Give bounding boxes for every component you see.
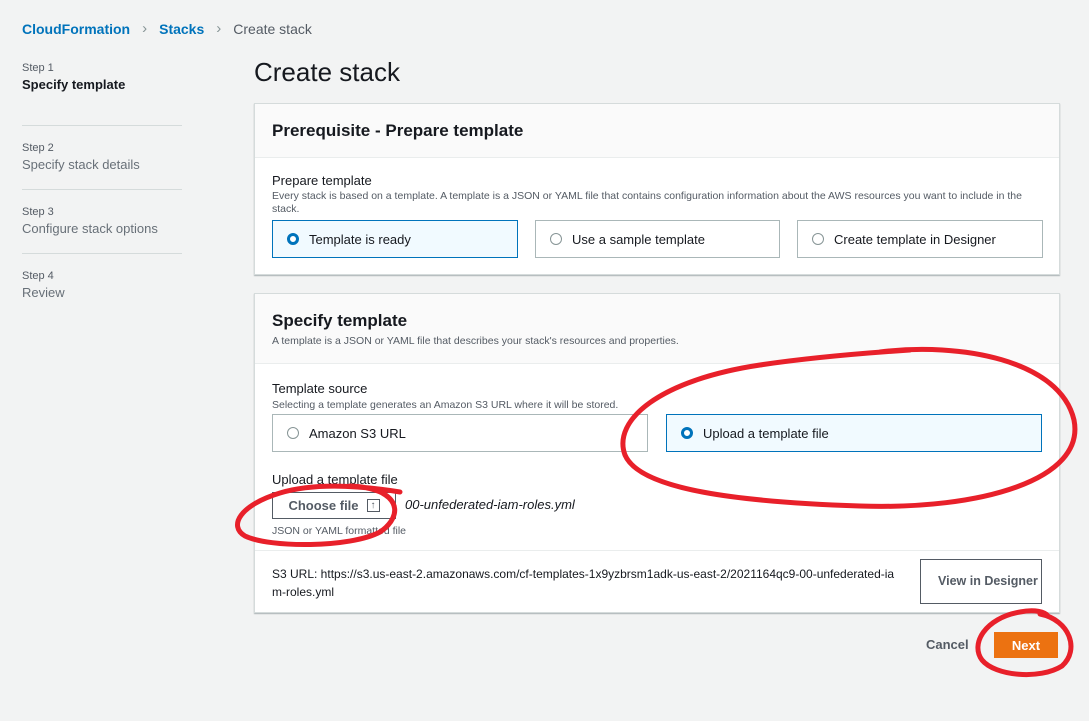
next-button[interactable]: Next [994,632,1058,658]
specify-template-panel: Specify template A template is a JSON or… [254,293,1060,613]
step-number: Step 1 [22,62,54,74]
option-label: Create template in Designer [834,231,996,247]
option-create-in-designer[interactable]: Create template in Designer [797,220,1043,258]
upload-field-label: Upload a template file [272,472,398,487]
file-hint: JSON or YAML formatted file [272,525,407,537]
chevron-right-icon: › [216,20,222,37]
view-in-designer-button[interactable]: View in Designer [920,559,1042,604]
option-label: Amazon S3 URL [309,425,406,441]
breadcrumb-stacks-link[interactable]: Stacks [159,21,204,37]
radio-selected-icon[interactable] [287,233,299,245]
option-use-sample-template[interactable]: Use a sample template [535,220,780,258]
template-source-field: Template source Selecting a template gen… [272,381,618,412]
breadcrumb-current: Create stack [233,20,312,37]
option-label: Use a sample template [572,231,705,247]
breadcrumb-cloudformation-link[interactable]: CloudFormation [22,21,130,37]
panel-title: Specify template [272,311,408,330]
option-label: Upload a template file [703,425,829,441]
option-label: Template is ready [309,231,411,247]
step-number: Step 2 [22,142,54,154]
step-number: Step 4 [22,270,54,282]
step-title: Configure stack options [22,221,158,236]
field-label: Template source [272,381,368,396]
wizard-step-4[interactable]: Step 4 Review [22,254,182,318]
radio-icon[interactable] [287,427,299,439]
option-amazon-s3-url[interactable]: Amazon S3 URL [272,414,648,452]
choose-file-button[interactable]: Choose file ↑ [272,492,396,519]
field-label: Prepare template [272,173,372,188]
step-title: Specify stack details [22,157,140,172]
radio-icon[interactable] [812,233,824,245]
panel-header: Prerequisite - Prepare template [255,104,1059,158]
upload-icon: ↑ [366,499,380,512]
wizard-steps: Step 1 Specify template Step 2 Specify s… [22,62,182,318]
panel-title: Prerequisite - Prepare template [272,120,524,140]
step-title: Specify template [22,77,126,92]
panel-subtitle: A template is a JSON or YAML file that d… [272,335,679,347]
prerequisite-panel: Prerequisite - Prepare template Prepare … [254,103,1060,275]
prepare-template-field: Prepare template Every stack is based on… [272,173,1047,216]
step-number: Step 3 [22,206,54,218]
radio-icon[interactable] [550,233,562,245]
page-title: Create stack [254,57,400,87]
wizard-step-3[interactable]: Step 3 Configure stack options [22,190,182,254]
field-description: Selecting a template generates an Amazon… [272,399,619,411]
radio-selected-icon[interactable] [681,427,693,439]
option-upload-template-file[interactable]: Upload a template file [666,414,1042,452]
wizard-step-2[interactable]: Step 2 Specify stack details [22,126,182,190]
chevron-right-icon: › [142,20,148,37]
panel-header: Specify template A template is a JSON or… [255,294,1059,364]
choose-file-label: Choose file [288,498,359,513]
s3-url-value: S3 URL: https://s3.us-east-2.amazonaws.c… [272,567,895,599]
step-title: Review [22,285,65,300]
selected-file-name: 00-unfederated-iam-roles.yml [405,497,575,512]
wizard-step-1: Step 1 Specify template [22,62,182,126]
cancel-button[interactable]: Cancel [918,634,977,655]
option-template-is-ready[interactable]: Template is ready [272,220,518,258]
breadcrumb: CloudFormation › Stacks › Create stack [22,20,312,37]
s3-url-row: S3 URL: https://s3.us-east-2.amazonaws.c… [255,550,1059,612]
field-description: Every stack is based on a template. A te… [272,190,1022,215]
